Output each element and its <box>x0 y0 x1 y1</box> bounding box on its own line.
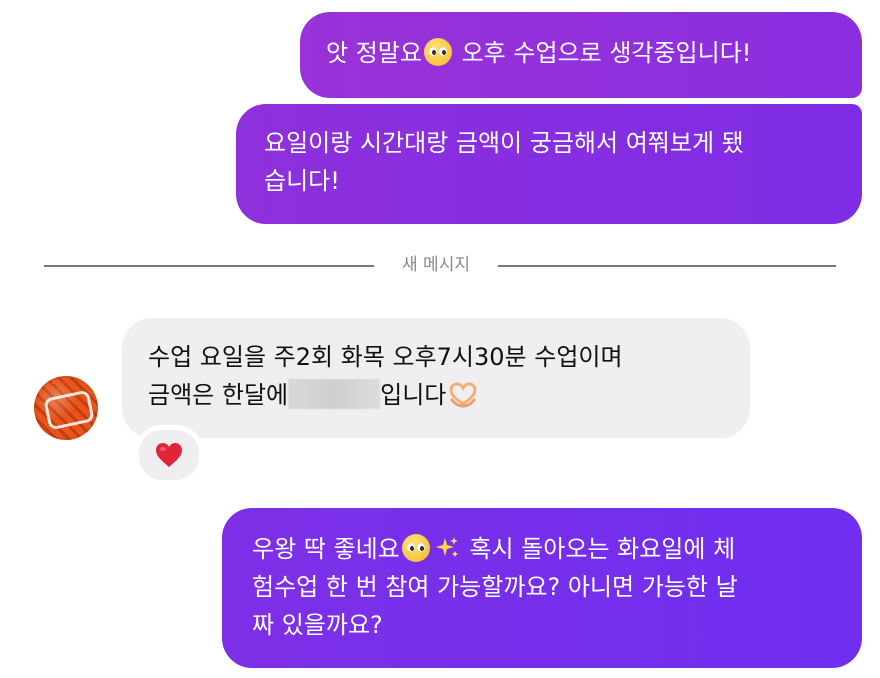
redacted-amount <box>288 379 381 409</box>
divider-label: 새 메시지 <box>402 255 470 275</box>
message-text-line: 습니다! <box>264 167 340 195</box>
sparkles-icon <box>435 537 458 557</box>
message-text-line: 우왕 딱 좋네요 혹시 돌아오는 화요일에 체 <box>252 534 736 563</box>
chat-thread: 앗 정말요 오후 수업으로 생각중입니다! 요일이랑 시간대랑 금액이 궁금해서… <box>0 0 880 678</box>
sender-avatar[interactable] <box>34 376 98 440</box>
pleading-face-icon <box>401 534 430 562</box>
message-reaction[interactable] <box>134 425 204 485</box>
message-text-line: 앗 정말요 오후 수업으로 생각중입니다! <box>326 38 752 67</box>
message-text-line: 금액은 한달에 입니다 <box>148 376 724 414</box>
message-text-line: 수업 요일을 주2회 화목 오후7시30분 수업이며 <box>148 343 623 371</box>
outgoing-message-bubble[interactable]: 우왕 딱 좋네요 혹시 돌아오는 화요일에 체 험수업 한 번 참여 가능할까요… <box>222 508 862 668</box>
divider-rule <box>498 265 836 267</box>
new-messages-divider: 새 메시지 <box>44 253 836 277</box>
pleading-face-icon <box>423 38 452 66</box>
outgoing-message-bubble[interactable]: 앗 정말요 오후 수업으로 생각중입니다! <box>300 12 862 98</box>
incoming-message-bubble[interactable]: 수업 요일을 주2회 화목 오후7시30분 수업이며 금액은 한달에 입니다 <box>122 318 750 438</box>
message-text-line: 요일이랑 시간대랑 금액이 궁금해서 여쭤보게 됐 <box>264 129 744 157</box>
outgoing-message-bubble[interactable]: 요일이랑 시간대랑 금액이 궁금해서 여쭤보게 됐 습니다! <box>236 104 862 224</box>
message-text-line: 험수업 한 번 참여 가능할까요? 아니면 가능한 날 <box>252 573 738 601</box>
divider-rule <box>44 265 374 267</box>
message-text-line: 짜 있을까요? <box>252 611 383 639</box>
heart-hands-icon <box>449 382 477 408</box>
red-heart-icon <box>156 443 182 467</box>
avatar-logo-mark <box>43 389 95 431</box>
